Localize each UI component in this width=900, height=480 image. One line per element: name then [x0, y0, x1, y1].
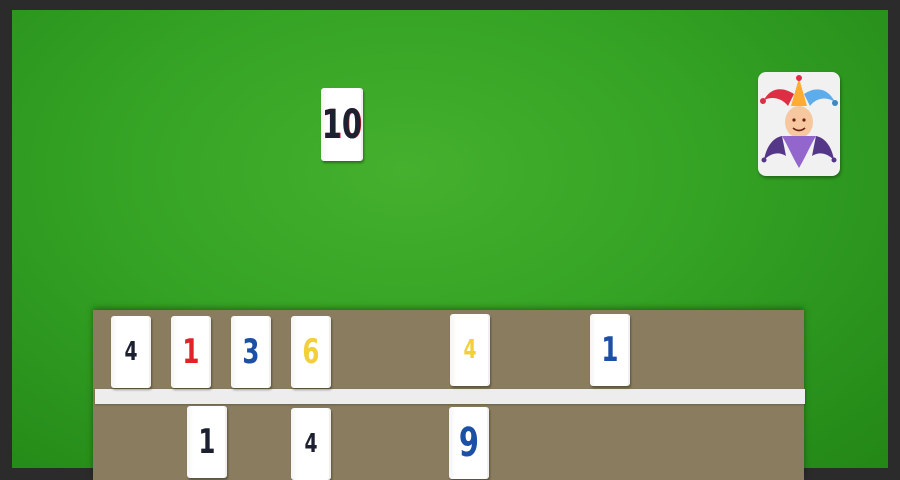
- rack-tile[interactable]: 1: [187, 406, 227, 478]
- tile-number: 4: [124, 337, 138, 367]
- tile-number: 4: [304, 429, 318, 459]
- tile-number: 10: [321, 101, 363, 148]
- rack-tile[interactable]: 6: [291, 316, 331, 388]
- rack-tile[interactable]: 1: [590, 314, 630, 386]
- table-tile[interactable]: 10: [321, 88, 363, 161]
- tile-number: 3: [242, 332, 260, 372]
- joker-tile[interactable]: [758, 72, 840, 176]
- rack-tile[interactable]: 4: [111, 316, 151, 388]
- rack-shelf-divider: [95, 389, 805, 404]
- jester-icon: [760, 75, 838, 168]
- tile-number: 1: [182, 332, 200, 372]
- tile-number: 4: [463, 335, 477, 365]
- tile-number: 6: [302, 332, 320, 372]
- rack-tile[interactable]: 4: [291, 408, 331, 480]
- tile-number: 9: [458, 420, 480, 466]
- tile-number: 1: [198, 422, 216, 462]
- rack-tile[interactable]: 3: [231, 316, 271, 388]
- rack-tile[interactable]: 1: [171, 316, 211, 388]
- tile-number: 1: [601, 330, 619, 370]
- rack-tile[interactable]: 4: [450, 314, 490, 386]
- rack-tile[interactable]: 9: [449, 407, 489, 479]
